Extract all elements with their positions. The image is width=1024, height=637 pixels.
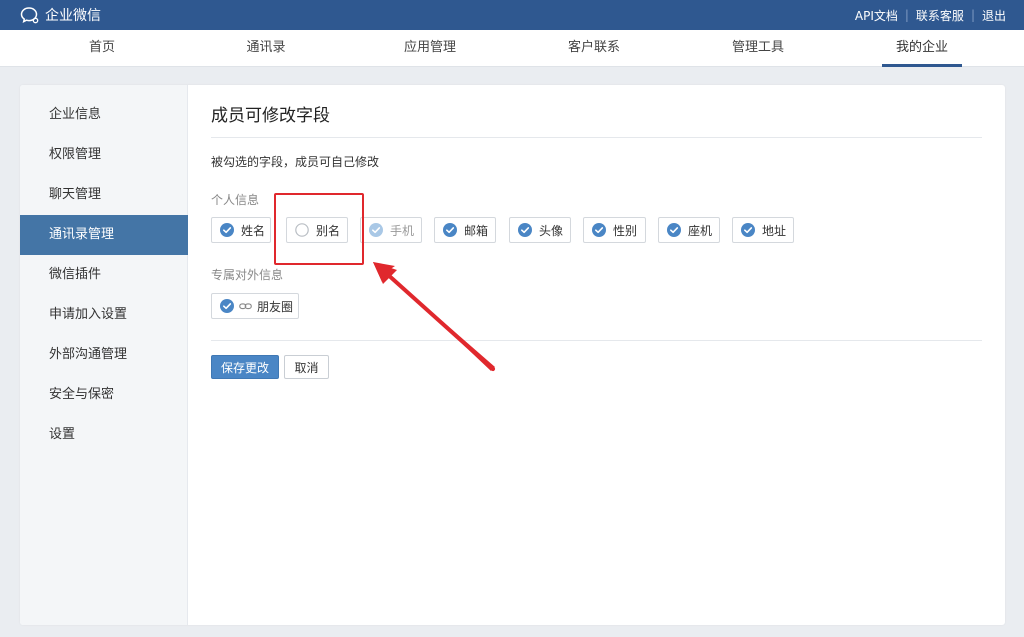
field-label: 姓名 xyxy=(241,223,266,238)
link-separator: | xyxy=(970,8,975,22)
field-checkbox-phone: 手机 xyxy=(360,217,422,243)
sidebar-item-enterprise-info[interactable]: 企业信息 xyxy=(20,95,188,135)
divider xyxy=(211,137,982,138)
personal-info-heading: 个人信息 xyxy=(211,193,260,207)
nav-item-apps[interactable]: 应用管理 xyxy=(390,30,470,67)
check-circle-icon xyxy=(741,223,755,237)
sidebar-item-contacts-management[interactable]: 通讯录管理 xyxy=(20,215,188,255)
divider xyxy=(211,340,982,341)
field-checkbox-landline[interactable]: 座机 xyxy=(658,217,720,243)
sidebar: 企业信息 权限管理 聊天管理 通讯录管理 微信插件 申请加入设置 外部沟通管理 … xyxy=(20,85,188,625)
field-label: 地址 xyxy=(762,223,787,238)
check-circle-disabled-icon xyxy=(369,223,383,237)
save-button[interactable]: 保存更改 xyxy=(211,355,279,379)
nav-item-home[interactable]: 首页 xyxy=(62,30,142,67)
top-links: API文档 | 联系客服 | 退出 xyxy=(855,0,1006,30)
field-label: 朋友圈 xyxy=(257,299,294,314)
check-circle-icon xyxy=(518,223,532,237)
sidebar-item-join-settings[interactable]: 申请加入设置 xyxy=(20,295,188,335)
api-docs-link[interactable]: API文档 xyxy=(855,7,898,24)
page-description: 被勾选的字段，成员可自己修改 xyxy=(211,155,380,169)
logout-link[interactable]: 退出 xyxy=(982,7,1006,24)
cancel-button[interactable]: 取消 xyxy=(284,355,329,379)
field-checkbox-moments[interactable]: 朋友圈 xyxy=(211,293,299,319)
nav-item-contacts[interactable]: 通讯录 xyxy=(226,30,306,67)
field-label: 性别 xyxy=(613,223,638,238)
sidebar-item-security[interactable]: 安全与保密 xyxy=(20,375,188,415)
sidebar-item-wechat-plugin[interactable]: 微信插件 xyxy=(20,255,188,295)
field-checkbox-address[interactable]: 地址 xyxy=(732,217,794,243)
check-circle-icon xyxy=(220,299,234,313)
main-nav: 首页 通讯录 应用管理 客户联系 管理工具 我的企业 xyxy=(0,30,1024,67)
link-icon xyxy=(239,302,252,309)
wecom-logo-icon xyxy=(20,7,39,24)
check-circle-icon xyxy=(592,223,606,237)
nav-item-tools[interactable]: 管理工具 xyxy=(718,30,798,67)
check-circle-icon xyxy=(220,223,234,237)
field-checkbox-gender[interactable]: 性别 xyxy=(583,217,646,243)
field-label: 头像 xyxy=(539,223,564,238)
content-card: 企业信息 权限管理 聊天管理 通讯录管理 微信插件 申请加入设置 外部沟通管理 … xyxy=(20,85,1005,625)
field-label: 座机 xyxy=(688,223,713,238)
main-panel: 成员可修改字段 被勾选的字段，成员可自己修改 个人信息 姓名 别名 手机 邮箱 … xyxy=(188,85,1005,625)
contact-support-link[interactable]: 联系客服 xyxy=(916,7,964,24)
check-circle-icon xyxy=(667,223,681,237)
sidebar-item-external-communication[interactable]: 外部沟通管理 xyxy=(20,335,188,375)
top-bar: 企业微信 API文档 | 联系客服 | 退出 xyxy=(0,0,1024,30)
field-label: 手机 xyxy=(390,223,415,238)
external-info-heading: 专属对外信息 xyxy=(211,268,284,282)
sidebar-item-settings[interactable]: 设置 xyxy=(20,415,188,455)
sidebar-item-permissions[interactable]: 权限管理 xyxy=(20,135,188,175)
field-checkbox-avatar[interactable]: 头像 xyxy=(509,217,571,243)
field-checkbox-name[interactable]: 姓名 xyxy=(211,217,271,243)
nav-item-my-enterprise[interactable]: 我的企业 xyxy=(882,30,962,67)
unchecked-circle-icon xyxy=(295,223,309,237)
app-title: 企业微信 xyxy=(45,8,101,24)
link-separator: | xyxy=(904,8,909,22)
sidebar-item-chat[interactable]: 聊天管理 xyxy=(20,175,188,215)
nav-item-customers[interactable]: 客户联系 xyxy=(554,30,634,67)
field-label: 邮箱 xyxy=(464,223,489,238)
app-logo[interactable]: 企业微信 xyxy=(20,0,101,30)
field-label: 别名 xyxy=(316,223,341,238)
field-checkbox-email[interactable]: 邮箱 xyxy=(434,217,496,243)
field-checkbox-alias[interactable]: 别名 xyxy=(286,217,348,243)
check-circle-icon xyxy=(443,223,457,237)
page-title: 成员可修改字段 xyxy=(211,106,330,126)
